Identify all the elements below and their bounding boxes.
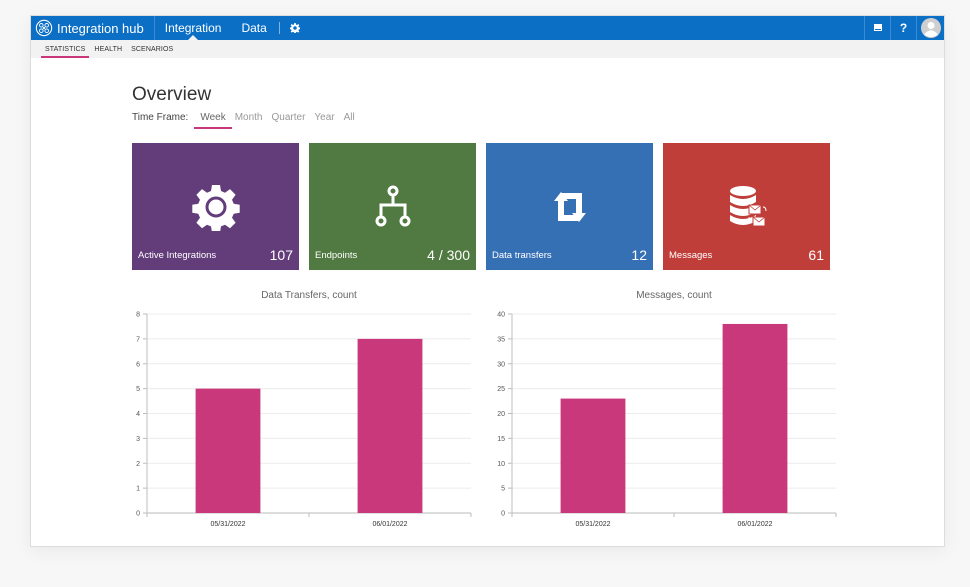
y-tick-label: 25 (497, 386, 505, 393)
help-icon: ? (899, 21, 908, 35)
timeframe-selector: Time Frame: Week Month Quarter Year All (132, 112, 364, 129)
tab-statistics[interactable]: STATISTICS (40, 40, 90, 58)
notes-button[interactable] (864, 16, 890, 40)
chart-messages: Messages, count 0 5 10 15 20 25 30 35 40 05/31/202… (481, 284, 851, 539)
app-brand[interactable]: Integration hub (31, 16, 155, 40)
timeframe-quarter[interactable]: Quarter (272, 112, 306, 123)
y-tick-label: 5 (501, 486, 505, 493)
chart-title: Data Transfers, count (261, 290, 357, 301)
x-category-label: 05/31/2022 (575, 521, 610, 528)
top-navigation-bar: Integration hub Integration Data ? (31, 16, 944, 40)
app-title: Integration hub (57, 20, 144, 36)
tab-health[interactable]: HEALTH (94, 40, 122, 58)
sub-navigation: STATISTICS HEALTH SCENARIOS (31, 40, 944, 58)
y-tick-label: 1 (136, 486, 140, 493)
nav-data[interactable]: Data (231, 16, 276, 40)
y-tick-label: 10 (497, 461, 505, 468)
timeframe-week[interactable]: Week (194, 112, 233, 129)
y-tick-label: 0 (136, 511, 140, 518)
y-tick-label: 4 (136, 411, 140, 418)
hierarchy-icon (375, 185, 410, 227)
y-tick-label: 7 (136, 336, 140, 343)
user-avatar-icon (920, 18, 941, 38)
brain-logo-icon (35, 19, 53, 37)
y-tick-label: 40 (497, 312, 505, 319)
y-tick-label: 20 (497, 411, 505, 418)
tile-label: Active Integrations (138, 250, 217, 261)
settings-button[interactable] (282, 16, 308, 40)
bar (357, 338, 423, 513)
help-button[interactable]: ? (890, 16, 916, 40)
y-tick-label: 3 (136, 436, 140, 443)
x-category-label: 06/01/2022 (737, 521, 772, 528)
nav-separator (278, 22, 280, 34)
y-tick-label: 15 (497, 436, 505, 443)
tile-value: 107 (269, 247, 293, 263)
tile-data-transfers[interactable]: Data transfers 12 (486, 143, 653, 270)
messages-chart-svg: Messages, count 0 5 10 15 20 25 30 35 40 05/31/202… (497, 290, 837, 528)
y-tick-label: 30 (497, 361, 505, 368)
x-category-label: 06/01/2022 (372, 521, 407, 528)
y-tick-label: 8 (136, 312, 140, 319)
gear-icon (191, 185, 240, 231)
tile-value: 61 (808, 247, 824, 263)
y-tick-label: 35 (497, 336, 505, 343)
y-tick-label: 2 (136, 461, 140, 468)
bar (560, 398, 626, 513)
bar (195, 388, 261, 513)
gear-icon (289, 23, 300, 33)
retweet-icon (553, 192, 586, 222)
y-tick-label: 0 (501, 511, 505, 518)
timeframe-month[interactable]: Month (235, 112, 263, 123)
x-category-label: 05/31/2022 (210, 521, 245, 528)
tile-value: 4 / 300 (427, 247, 470, 263)
page-title: Overview (132, 84, 212, 105)
notes-icon (873, 24, 882, 31)
y-tick-label: 5 (136, 386, 140, 393)
data-transfers-chart-svg: Data Transfers, count 0 1 2 3 4 5 6 7 8 05/31/2022… (136, 290, 472, 528)
timeframe-label: Time Frame: (132, 112, 189, 123)
timeframe-all[interactable]: All (344, 112, 355, 123)
user-menu-button[interactable] (916, 16, 944, 40)
tile-messages[interactable]: Messages 61 (663, 143, 830, 270)
tile-label: Endpoints (315, 250, 358, 261)
nav-integration[interactable]: Integration (155, 16, 232, 40)
bar (722, 323, 788, 513)
tile-active-integrations[interactable]: Active Integrations 107 (132, 143, 299, 270)
tile-endpoints[interactable]: Endpoints 4 / 300 (309, 143, 476, 270)
topbar-actions: ? (864, 16, 944, 40)
database-mail-icon (729, 186, 766, 227)
tile-value: 12 (631, 247, 647, 263)
chart-title: Messages, count (636, 290, 712, 301)
y-tick-label: 6 (136, 361, 140, 368)
timeframe-year[interactable]: Year (314, 112, 334, 123)
chart-data-transfers: Data Transfers, count 0 1 2 3 4 5 6 7 8 05/31/2022… (116, 284, 486, 539)
app-window: Integration hub Integration Data ? STATI… (30, 15, 945, 547)
tile-label: Messages (669, 250, 713, 261)
tile-label: Data transfers (492, 250, 552, 261)
tab-scenarios[interactable]: SCENARIOS (131, 40, 173, 58)
